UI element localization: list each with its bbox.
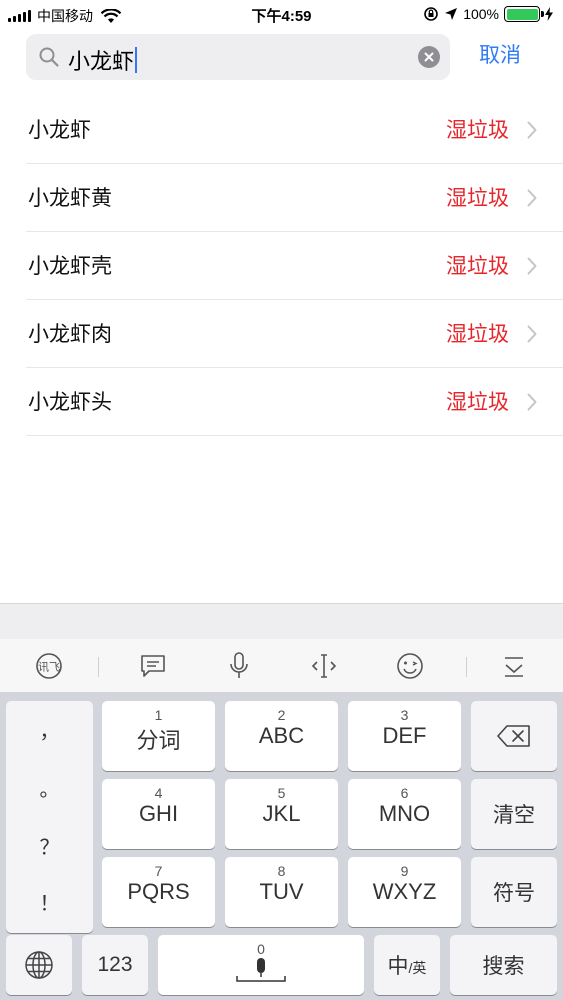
punct-question[interactable]: ？ (6, 831, 93, 860)
search-input[interactable]: 小龙虾 (68, 44, 138, 76)
punct-comma[interactable]: ， (6, 715, 93, 744)
result-category: 湿垃圾 (446, 119, 509, 142)
emoji-icon[interactable] (395, 651, 425, 681)
location-arrow-icon (445, 8, 458, 20)
key-label: TUV (259, 879, 304, 904)
key-number: 4 (154, 785, 163, 801)
text-caret (135, 47, 138, 73)
key-label: 搜索 (482, 955, 525, 978)
orientation-lock-icon (424, 7, 438, 21)
search-key[interactable]: 搜索 (450, 935, 557, 995)
cursor-icon[interactable] (309, 651, 339, 681)
key-number: 6 (400, 785, 409, 801)
result-category: 湿垃圾 (446, 391, 509, 414)
collapse-keyboard-icon[interactable] (499, 651, 529, 681)
lang-sub-label: /英 (408, 960, 427, 976)
key-label: 清空 (493, 804, 535, 827)
key-label: 分词 (136, 728, 181, 753)
delete-key[interactable] (471, 701, 557, 771)
chat-icon[interactable] (138, 651, 168, 681)
search-query: 小龙虾 (68, 49, 135, 74)
result-category: 湿垃圾 (446, 255, 509, 278)
result-name: 小龙虾壳 (28, 255, 112, 278)
key-label: 符号 (493, 882, 535, 905)
key-6-mno[interactable]: 6 MNO (348, 779, 461, 849)
result-row[interactable]: 小龙虾黄 湿垃圾 (26, 164, 563, 232)
status-right: 100% (423, 6, 553, 22)
punctuation-column[interactable]: ， 。 ？ ！ (6, 701, 93, 933)
result-row[interactable]: 小龙虾头 湿垃圾 (26, 368, 563, 436)
voice-microphone-icon (236, 958, 286, 982)
key-4-ghi[interactable]: 4 GHI (102, 779, 215, 849)
clear-x-icon (424, 52, 434, 62)
punct-period[interactable]: 。 (6, 773, 93, 802)
language-label: 中/英 (374, 950, 440, 980)
result-name: 小龙虾头 (28, 391, 112, 414)
charging-bolt-icon (545, 7, 553, 21)
search-bar[interactable]: 小龙虾 (26, 34, 450, 80)
key-label: PQRS (127, 879, 190, 904)
key-label: GHI (138, 801, 179, 826)
result-name: 小龙虾 (28, 119, 91, 142)
result-category: 湿垃圾 (446, 187, 509, 210)
clear-search-button[interactable] (418, 46, 440, 68)
key-label: MNO (378, 801, 431, 826)
result-name: 小龙虾黄 (28, 187, 112, 210)
chevron-right-icon (527, 393, 537, 411)
key-number: 0 (257, 941, 265, 957)
keyboard: 讯飞 ， 。 ？ ！ 1 分词 2 ABC 3 DEF 4 GHI 5 JKL … (0, 603, 563, 1000)
results-list: 小龙虾 湿垃圾 小龙虾黄 湿垃圾 小龙虾壳 湿垃圾 小龙虾肉 湿垃圾 小龙虾头 … (0, 96, 563, 436)
keyboard-toolbar: 讯飞 (0, 639, 563, 693)
result-row[interactable]: 小龙虾壳 湿垃圾 (26, 232, 563, 300)
chevron-right-icon (527, 121, 537, 139)
battery-percent: 100% (463, 6, 499, 22)
language-switch-key[interactable]: 中/英 (374, 935, 440, 995)
candidate-bar (0, 603, 563, 639)
key-number: 3 (400, 707, 409, 723)
status-bar: 中国移动 下午4:59 100% (0, 0, 563, 30)
microphone-icon[interactable] (224, 651, 254, 681)
battery-icon (504, 6, 544, 22)
key-8-tuv[interactable]: 8 TUV (225, 857, 338, 927)
clear-key[interactable]: 清空 (471, 779, 557, 849)
key-number: 8 (277, 863, 286, 879)
result-category: 湿垃圾 (446, 323, 509, 346)
lang-main-label: 中 (387, 955, 409, 978)
globe-icon (25, 951, 53, 979)
key-number: 7 (154, 863, 163, 879)
symbols-key[interactable]: 符号 (471, 857, 557, 927)
chevron-right-icon (527, 257, 537, 275)
cancel-button[interactable]: 取消 (470, 40, 530, 72)
punct-exclaim[interactable]: ！ (6, 887, 93, 916)
globe-key[interactable] (6, 935, 72, 995)
result-name: 小龙虾肉 (28, 323, 112, 346)
key-label: ABC (258, 723, 305, 748)
key-number: 5 (277, 785, 286, 801)
key-number: 2 (277, 707, 286, 723)
result-row[interactable]: 小龙虾肉 湿垃圾 (26, 300, 563, 368)
backspace-icon (497, 725, 530, 747)
key-5-jkl[interactable]: 5 JKL (225, 779, 338, 849)
space-key[interactable]: 0 (158, 935, 364, 995)
key-label: WXYZ (372, 879, 437, 904)
key-3-def[interactable]: 3 DEF (348, 701, 461, 771)
result-row[interactable]: 小龙虾 湿垃圾 (26, 96, 563, 164)
key-9-wxyz[interactable]: 9 WXYZ (348, 857, 461, 927)
key-1-segment[interactable]: 1 分词 (102, 701, 215, 771)
numbers-key[interactable]: 123 (82, 935, 148, 995)
key-label: 123 (97, 953, 133, 976)
key-label: JKL (262, 801, 301, 826)
key-number: 9 (400, 863, 409, 879)
chevron-right-icon (527, 189, 537, 207)
key-number: 1 (154, 707, 163, 723)
key-label: DEF (382, 723, 427, 748)
key-7-pqrs[interactable]: 7 PQRS (102, 857, 215, 927)
search-icon (39, 47, 59, 67)
svg-text:讯飞: 讯飞 (38, 661, 60, 674)
ime-logo-icon[interactable]: 讯飞 (34, 651, 64, 681)
key-2-abc[interactable]: 2 ABC (225, 701, 338, 771)
chevron-right-icon (527, 325, 537, 343)
